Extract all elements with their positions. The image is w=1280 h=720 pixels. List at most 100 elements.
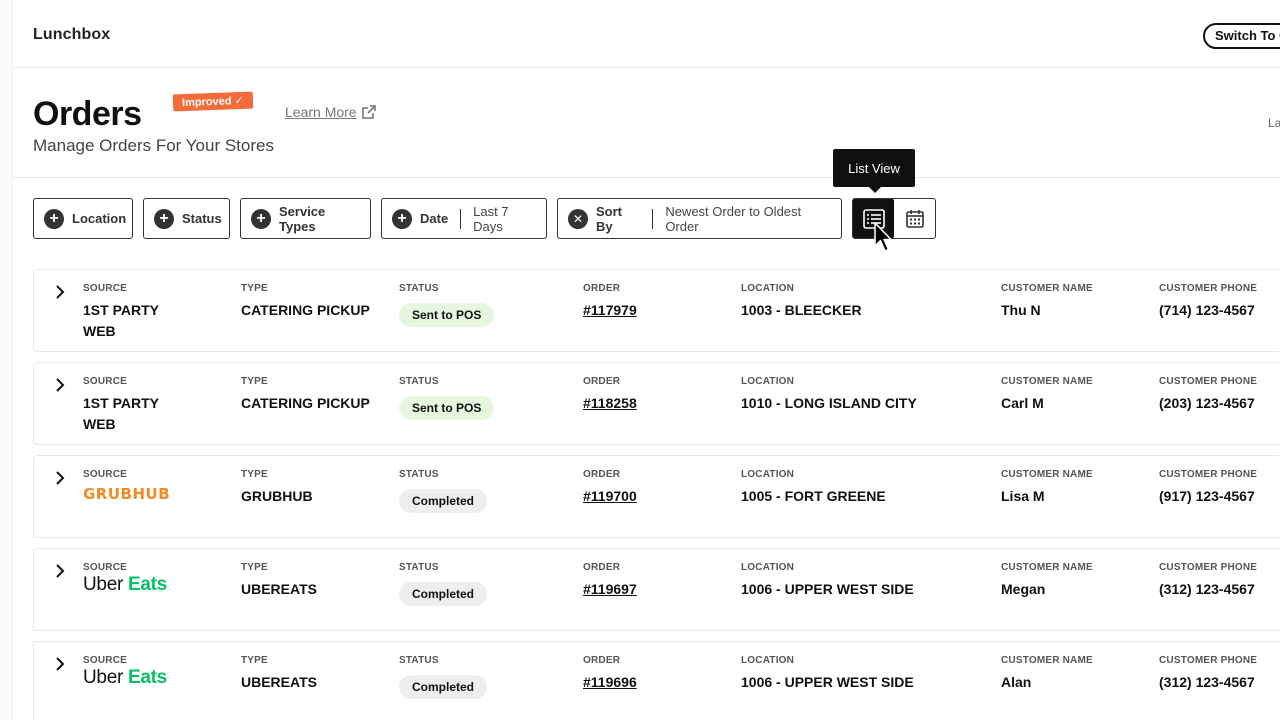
service-types-filter-label: Service Types	[279, 203, 326, 234]
source-value: 1ST PARTY WEB	[83, 395, 159, 432]
view-toggle	[852, 198, 936, 239]
status-badge: Sent to POS	[399, 396, 495, 420]
order-row[interactable]: SOURCE Uber Eats TYPE UBEREATS STATUS Co…	[33, 641, 1280, 720]
status-label: STATUS	[399, 655, 439, 666]
location-label: LOCATION	[741, 562, 795, 573]
customer-name-value: Carl M	[1001, 395, 1044, 411]
date-filter-button[interactable]: + Date Last 7 Days	[381, 198, 547, 239]
customer-name-value: Thu N	[1001, 302, 1041, 318]
customer-phone-value: (203) 123-4567	[1159, 395, 1255, 411]
location-value: 1003 - BLEECKER	[741, 302, 862, 318]
uber-eats-logo: Uber Eats	[83, 667, 167, 688]
learn-more-link[interactable]: Learn More	[285, 104, 376, 120]
location-label: LOCATION	[741, 655, 795, 666]
order-label: ORDER	[583, 376, 621, 387]
customer-name-value: Lisa M	[1001, 488, 1045, 504]
chevron-right-icon[interactable]	[52, 284, 68, 300]
customer-phone-label: CUSTOMER PHONE	[1159, 655, 1258, 666]
customer-name-label: CUSTOMER NAME	[1001, 283, 1093, 294]
learn-more-label: Learn More	[285, 104, 357, 120]
location-label: LOCATION	[741, 283, 795, 294]
status-label: STATUS	[399, 283, 439, 294]
customer-phone-label: CUSTOMER PHONE	[1159, 376, 1258, 387]
customer-name-label: CUSTOMER NAME	[1001, 655, 1093, 666]
customer-name-label: CUSTOMER NAME	[1001, 376, 1093, 387]
customer-name-value: Alan	[1001, 674, 1032, 690]
service-types-filter-button[interactable]: + Service Types	[240, 198, 371, 239]
type-label: TYPE	[241, 562, 268, 573]
type-value: UBEREATS	[241, 581, 317, 597]
customer-phone-label: CUSTOMER PHONE	[1159, 562, 1258, 573]
location-value: 1010 - LONG ISLAND CITY	[741, 395, 917, 411]
page-title: Orders	[33, 95, 142, 133]
location-label: LOCATION	[741, 376, 795, 387]
uber-eats-logo: Uber Eats	[83, 574, 167, 595]
order-number-link[interactable]: #119697	[583, 579, 637, 600]
order-number-link[interactable]: #117979	[583, 300, 637, 321]
customer-phone-value: (312) 123-4567	[1159, 674, 1255, 690]
order-number-link[interactable]: #119700	[583, 486, 637, 507]
external-link-icon	[361, 105, 376, 119]
customer-name-label: CUSTOMER NAME	[1001, 469, 1093, 480]
type-label: TYPE	[241, 469, 268, 480]
status-badge: Sent to POS	[399, 303, 495, 327]
sort-by-button[interactable]: ✕ Sort By Newest Order to Oldest Order	[557, 198, 842, 239]
close-icon[interactable]: ✕	[568, 208, 588, 229]
order-number-link[interactable]: #119696	[583, 672, 637, 693]
chevron-right-icon[interactable]	[52, 656, 68, 672]
page-header: Orders Improved ✓ Learn More Manage Orde…	[13, 69, 1280, 178]
status-label: STATUS	[399, 562, 439, 573]
status-label: STATUS	[399, 469, 439, 480]
left-rail	[0, 0, 13, 720]
calendar-view-button[interactable]	[894, 199, 935, 238]
calendar-icon	[905, 209, 924, 228]
order-row[interactable]: SOURCE Uber Eats TYPE UBEREATS STATUS Co…	[33, 548, 1280, 631]
order-number-link[interactable]: #118258	[583, 393, 637, 414]
sort-by-label: Sort By	[596, 203, 622, 234]
top-bar: Lunchbox Switch To Classic	[13, 0, 1280, 68]
location-value: 1006 - UPPER WEST SIDE	[741, 674, 914, 690]
plus-icon: +	[154, 208, 174, 229]
status-label: STATUS	[399, 376, 439, 387]
order-label: ORDER	[583, 469, 621, 480]
source-label: SOURCE	[83, 469, 127, 480]
chevron-right-icon[interactable]	[52, 563, 68, 579]
type-value: CATERING PICKUP	[241, 302, 370, 318]
status-badge: Completed	[399, 489, 488, 513]
chevron-right-icon[interactable]	[52, 470, 68, 486]
type-label: TYPE	[241, 376, 268, 387]
location-value: 1005 - FORT GREENE	[741, 488, 886, 504]
status-filter-button[interactable]: + Status	[143, 198, 230, 239]
brand-name: Lunchbox	[33, 26, 111, 43]
order-row[interactable]: SOURCE 1ST PARTY WEB TYPE CATERING PICKUP…	[33, 362, 1280, 445]
grubhub-logo: GRUBHUB	[83, 485, 171, 503]
order-row[interactable]: SOURCE 1ST PARTY WEB TYPE CATERING PICKUP…	[33, 269, 1280, 352]
list-view-tooltip: List View	[833, 149, 915, 193]
type-label: TYPE	[241, 283, 268, 294]
customer-phone-value: (312) 123-4567	[1159, 581, 1255, 597]
switch-to-classic-button[interactable]: Switch To Classic	[1203, 23, 1280, 49]
source-value: 1ST PARTY WEB	[83, 302, 159, 339]
order-label: ORDER	[583, 655, 621, 666]
plus-icon: +	[251, 208, 271, 229]
source-label: SOURCE	[83, 655, 127, 666]
chevron-right-icon[interactable]	[52, 377, 68, 393]
customer-phone-value: (714) 123-4567	[1159, 302, 1255, 318]
customer-phone-label: CUSTOMER PHONE	[1159, 283, 1258, 294]
mouse-cursor-icon	[874, 222, 892, 252]
filter-divider	[460, 208, 462, 229]
customer-name-value: Megan	[1001, 581, 1046, 597]
order-label: ORDER	[583, 562, 621, 573]
orders-list: SOURCE 1ST PARTY WEB TYPE CATERING PICKUP…	[33, 269, 1280, 720]
plus-icon: +	[44, 208, 64, 229]
order-row[interactable]: SOURCE GRUBHUB TYPE GRUBHUB STATUS Compl…	[33, 455, 1280, 538]
date-filter-label: Date	[420, 211, 449, 226]
order-label: ORDER	[583, 283, 621, 294]
type-label: TYPE	[241, 655, 268, 666]
location-filter-label: Location	[72, 211, 127, 226]
date-filter-value: Last 7 Days	[473, 203, 509, 234]
status-filter-label: Status	[182, 211, 222, 226]
filter-divider	[652, 208, 654, 229]
location-value: 1006 - UPPER WEST SIDE	[741, 581, 914, 597]
location-filter-button[interactable]: + Location	[33, 198, 133, 239]
